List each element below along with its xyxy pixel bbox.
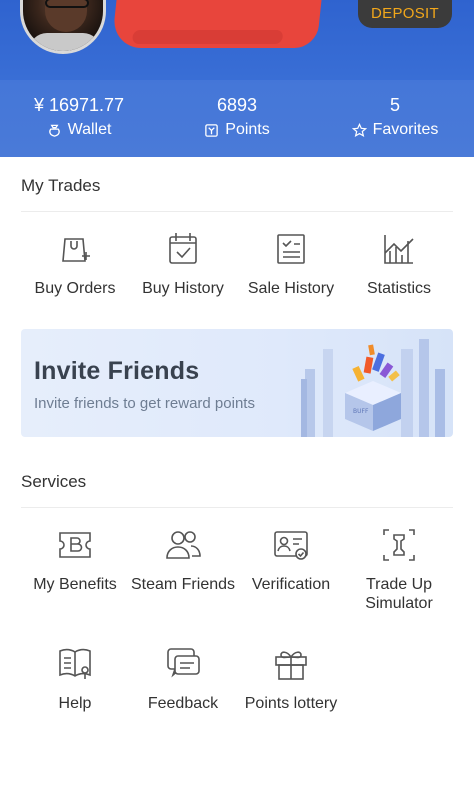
buy-orders-label: Buy Orders	[34, 280, 116, 297]
points-value: 6893	[216, 95, 258, 115]
verification-button[interactable]: Verification	[237, 525, 345, 594]
avatar[interactable]	[20, 0, 106, 54]
gift-box-illustration: BUFF	[301, 339, 445, 437]
statistics-button[interactable]: Statistics	[345, 229, 453, 298]
help-button[interactable]: Help	[21, 644, 129, 713]
stats-bar: ¥ 16971.77 Wallet 6893 Points 5 Favorite…	[0, 80, 474, 157]
points-icon	[205, 123, 219, 137]
points-lottery-button[interactable]: Points lottery	[237, 644, 345, 713]
divider	[21, 507, 453, 508]
verification-label: Verification	[251, 576, 331, 593]
points-label: Points	[225, 121, 270, 138]
friends-icon	[166, 531, 201, 559]
gift-icon	[275, 651, 307, 680]
calendar-check-icon	[169, 233, 197, 264]
divider	[21, 211, 453, 212]
star-icon	[351, 122, 367, 137]
my-benefits-label: My Benefits	[33, 576, 117, 593]
favorites-stat[interactable]: 5 Favorites	[316, 94, 474, 140]
wallet-icon	[48, 124, 60, 137]
wallet-label: Wallet	[67, 121, 112, 138]
steam-friends-label: Steam Friends	[130, 576, 236, 593]
feedback-button[interactable]: Feedback	[129, 644, 237, 713]
my-trades-title: My Trades	[21, 176, 101, 195]
sale-history-label: Sale History	[247, 280, 335, 297]
points-stat[interactable]: 6893 Points	[158, 94, 316, 140]
favorites-label: Favorites	[372, 121, 439, 138]
banner-title: Invite Friends	[34, 357, 200, 385]
wallet-balance: ¥ 16971.77	[33, 95, 125, 115]
redacted-username	[111, 0, 322, 48]
buy-orders-button[interactable]: Buy Orders	[21, 229, 129, 298]
chart-icon	[384, 235, 414, 264]
help-book-icon	[59, 648, 91, 679]
buff-logo-text: BUFF	[353, 408, 369, 415]
feedback-label: Feedback	[147, 695, 219, 712]
bag-add-icon	[62, 238, 90, 262]
profile-header: DEPOSIT ¥ 16971.77 Wallet 6893 Points 5	[0, 0, 474, 157]
feedback-icon	[167, 648, 200, 678]
trade-up-icon	[383, 529, 415, 561]
banner-subtitle: Invite friends to get reward points	[34, 395, 255, 412]
points-lottery-label: Points lottery	[244, 695, 338, 712]
steam-friends-button[interactable]: Steam Friends	[129, 525, 237, 594]
invite-friends-banner[interactable]: Invite Friends Invite friends to get rew…	[21, 329, 453, 437]
trade-up-simulator-button[interactable]: Trade Up Simulator	[345, 525, 453, 613]
statistics-label: Statistics	[366, 280, 431, 297]
my-benefits-button[interactable]: My Benefits	[21, 525, 129, 594]
wallet-stat[interactable]: ¥ 16971.77 Wallet	[0, 94, 158, 140]
services-title: Services	[21, 472, 87, 491]
id-card-icon	[274, 531, 308, 560]
buy-history-button[interactable]: Buy History	[129, 229, 237, 298]
help-label: Help	[58, 695, 92, 712]
sale-history-button[interactable]: Sale History	[237, 229, 345, 298]
document-list-icon	[277, 234, 305, 264]
deposit-button[interactable]: DEPOSIT	[358, 0, 452, 28]
trade-up-simulator-label: Trade Up Simulator	[365, 576, 433, 612]
ticket-icon	[59, 532, 91, 558]
buy-history-label: Buy History	[142, 280, 224, 297]
favorites-count: 5	[389, 95, 400, 115]
